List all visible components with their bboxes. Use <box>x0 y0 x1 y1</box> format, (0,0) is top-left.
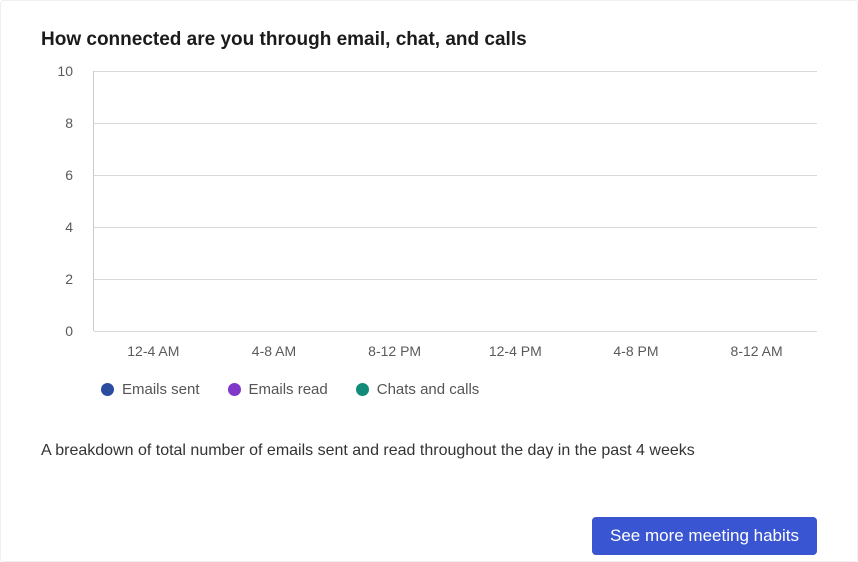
legend-item: Chats and calls <box>356 381 480 398</box>
x-tick-label: 12-4 PM <box>460 331 570 371</box>
gridline <box>94 227 817 228</box>
legend-label: Emails read <box>249 381 328 398</box>
x-tick-label: 12-4 AM <box>98 331 208 371</box>
gridline <box>94 123 817 124</box>
gridline <box>94 71 817 72</box>
insights-card: How connected are you through email, cha… <box>0 0 858 562</box>
y-tick-label: 4 <box>65 219 73 235</box>
x-tick-label: 8-12 AM <box>702 331 812 371</box>
y-tick-label: 6 <box>65 167 73 183</box>
chart: 0246810 12-4 AM4-8 AM8-12 PM12-4 PM4-8 P… <box>61 71 817 371</box>
y-tick-label: 0 <box>65 323 73 339</box>
legend-label: Emails sent <box>122 381 200 398</box>
legend-swatch <box>101 383 114 396</box>
legend-swatch <box>356 383 369 396</box>
legend: Emails sent Emails read Chats and calls <box>101 381 817 398</box>
x-tick-label: 4-8 AM <box>219 331 329 371</box>
legend-item: Emails sent <box>101 381 200 398</box>
gridline <box>94 175 817 176</box>
card-description: A breakdown of total number of emails se… <box>41 440 817 462</box>
bar-group <box>94 71 817 331</box>
y-axis: 0246810 <box>51 71 81 331</box>
legend-label: Chats and calls <box>377 381 480 398</box>
card-title: How connected are you through email, cha… <box>41 29 817 51</box>
x-tick-label: 8-12 PM <box>340 331 450 371</box>
y-tick-label: 2 <box>65 271 73 287</box>
y-tick-label: 8 <box>65 115 73 131</box>
legend-swatch <box>228 383 241 396</box>
plot-area <box>93 71 817 331</box>
gridline <box>94 279 817 280</box>
see-more-button[interactable]: See more meeting habits <box>592 517 817 555</box>
x-tick-label: 4-8 PM <box>581 331 691 371</box>
y-tick-label: 10 <box>57 63 73 79</box>
x-axis: 12-4 AM 4-8 AM 8-12 PM12-4 PM 4-8 PM 8-12 AM <box>93 331 817 371</box>
legend-item: Emails read <box>228 381 328 398</box>
